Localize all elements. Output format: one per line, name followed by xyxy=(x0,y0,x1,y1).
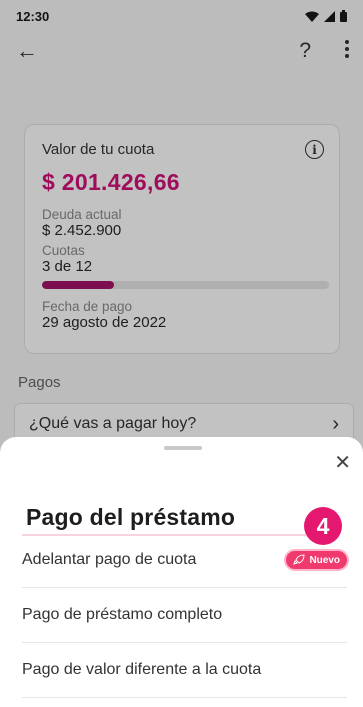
option-label: Pago de valor diferente a la cuota xyxy=(22,661,262,678)
option-full-payment[interactable]: Pago de préstamo completo xyxy=(22,588,347,643)
rocket-icon xyxy=(293,554,305,565)
sheet-title: Pago del préstamo xyxy=(26,504,236,530)
new-badge-label: Nuevo xyxy=(309,554,340,566)
option-label: Pago de préstamo completo xyxy=(22,606,223,623)
new-badge: Nuevo xyxy=(284,549,349,571)
option-advance-installment[interactable]: Adelantar pago de cuota Nuevo xyxy=(22,533,349,588)
option-different-amount[interactable]: Pago de valor diferente a la cuota xyxy=(22,643,347,698)
option-label: Adelantar pago de cuota xyxy=(22,551,197,568)
drag-handle[interactable] xyxy=(164,446,202,450)
close-icon[interactable]: ✕ xyxy=(334,450,351,475)
payment-options-sheet: ✕ Pago del préstamo 4 Adelantar pago de … xyxy=(0,437,363,707)
